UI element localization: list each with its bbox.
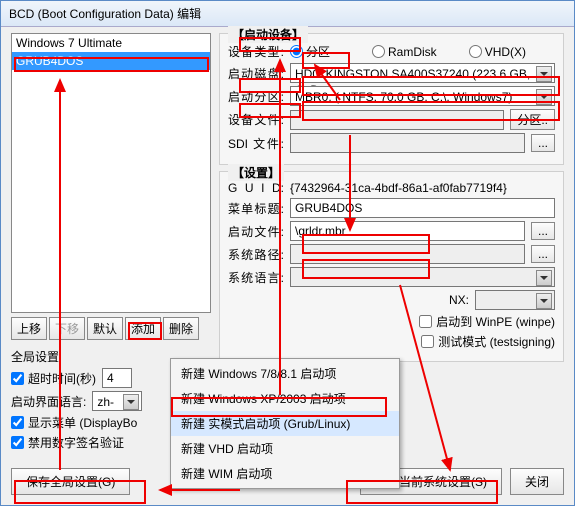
menu-item-win78[interactable]: 新建 Windows 7/8/8.1 启动项: [171, 361, 399, 386]
syslang-label: 系统语言:: [228, 269, 284, 286]
nx-label: NX:: [449, 293, 469, 307]
move-down-button[interactable]: 下移: [49, 317, 85, 340]
guid-label: G U I D:: [228, 181, 284, 195]
titlebar: BCD (Boot Configuration Data) 编辑: [1, 1, 574, 27]
settings-group: 【设置】 G U I D: {7432964-31ca-4bdf-86a1-af…: [219, 171, 564, 362]
delete-button[interactable]: 删除: [163, 317, 199, 340]
sdi-input[interactable]: [290, 133, 525, 153]
menutitle-input[interactable]: [290, 198, 555, 218]
uilang-combo[interactable]: zh-: [92, 391, 142, 411]
devfile-browse-button[interactable]: 分区..: [510, 109, 555, 130]
list-item[interactable]: GRUB4DOS: [12, 52, 210, 70]
add-button[interactable]: 添加: [125, 317, 161, 340]
boot-entry-list[interactable]: Windows 7 Ultimate GRUB4DOS: [11, 33, 211, 313]
devtype-label: 设备类型:: [228, 43, 284, 60]
partition-combo[interactable]: MBR0: ( NTFS, 70.0 GB, C:\, Windows7): [290, 86, 555, 106]
devfile-label: 设备文件:: [228, 111, 284, 128]
timeout-input[interactable]: [102, 368, 132, 388]
menu-item-winxp[interactable]: 新建 Windows XP/2003 启动项: [171, 386, 399, 411]
disk-label: 启动磁盘:: [228, 65, 284, 82]
devtype-vhd-radio[interactable]: VHD(X): [469, 45, 526, 59]
boot-device-group: 【启动设备】 设备类型: 分区 RamDisk VHD(X) 启动磁盘: HD0…: [219, 33, 564, 165]
syspath-label: 系统路径:: [228, 246, 284, 263]
bootfile-browse-button[interactable]: ...: [531, 222, 555, 240]
timeout-checkbox[interactable]: 超时时间(秒): [11, 370, 96, 387]
menu-item-vhd[interactable]: 新建 VHD 启动项: [171, 436, 399, 461]
menu-item-wim[interactable]: 新建 WIM 启动项: [171, 461, 399, 486]
close-button[interactable]: 关闭: [510, 468, 564, 495]
list-item[interactable]: Windows 7 Ultimate: [12, 34, 210, 52]
devtype-ramdisk-radio[interactable]: RamDisk: [372, 45, 437, 59]
boot-device-title: 【启动设备】: [228, 26, 308, 43]
default-button[interactable]: 默认: [87, 317, 123, 340]
move-up-button[interactable]: 上移: [11, 317, 47, 340]
nx-combo[interactable]: [475, 290, 555, 310]
syspath-input[interactable]: [290, 244, 525, 264]
nointegrity-checkbox[interactable]: 禁用数字签名验证: [11, 434, 124, 451]
add-menu: 新建 Windows 7/8/8.1 启动项 新建 Windows XP/200…: [170, 358, 400, 489]
sdi-browse-button[interactable]: ...: [531, 134, 555, 152]
bootfile-input[interactable]: [290, 221, 525, 241]
devtype-partition-radio[interactable]: 分区: [290, 43, 330, 60]
list-button-row: 上移 下移 默认 添加 删除: [11, 317, 211, 340]
menutitle-label: 菜单标题:: [228, 200, 284, 217]
bootfile-label: 启动文件:: [228, 223, 284, 240]
devfile-input[interactable]: [290, 110, 504, 130]
disk-combo[interactable]: HD0: KINGSTON SA400S37240 (223.6 GB, C: …: [290, 63, 555, 83]
settings-title: 【设置】: [228, 164, 284, 181]
sdi-label: SDI 文件:: [228, 135, 284, 152]
syspath-browse-button[interactable]: ...: [531, 245, 555, 263]
uilang-label: 启动界面语言:: [11, 393, 86, 410]
part-label: 启动分区:: [228, 88, 284, 105]
window-title: BCD (Boot Configuration Data) 编辑: [9, 7, 201, 21]
boot-winpe-checkbox[interactable]: 启动到 WinPE (winpe): [419, 313, 555, 330]
syslang-combo[interactable]: [290, 267, 555, 287]
test-mode-checkbox[interactable]: 测试模式 (testsigning): [421, 333, 555, 350]
save-global-button[interactable]: 保存全局设置(G): [11, 468, 130, 495]
guid-value: {7432964-31ca-4bdf-86a1-af0fab7719f4}: [290, 181, 507, 195]
menu-item-realmode[interactable]: 新建 实模式启动项 (Grub/Linux): [171, 411, 399, 436]
showmenu-checkbox[interactable]: 显示菜单 (DisplayBo: [11, 414, 137, 431]
